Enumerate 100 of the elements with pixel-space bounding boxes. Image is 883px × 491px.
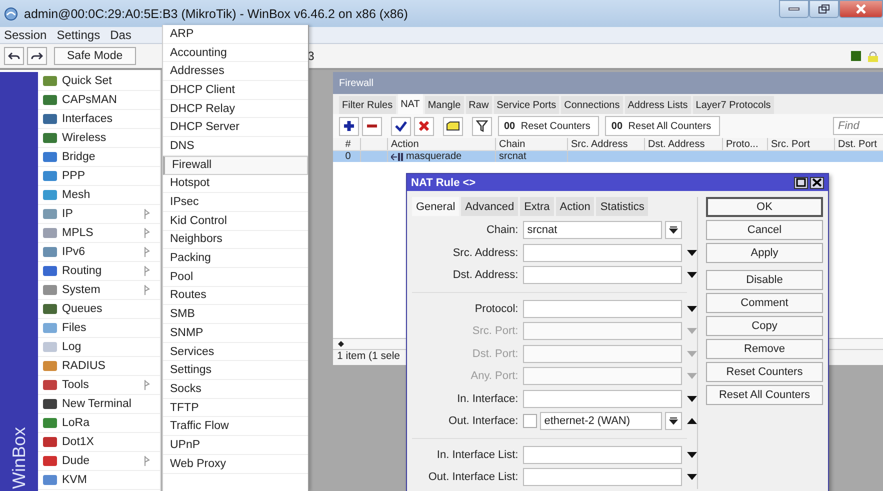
input-field[interactable]: srcnat — [523, 221, 662, 240]
expand-arrow-icon[interactable] — [687, 396, 697, 402]
expand-arrow-icon[interactable] — [687, 250, 697, 256]
sidebar-item[interactable]: LoRa — [38, 414, 160, 433]
column-header[interactable]: Dst. Port — [835, 138, 883, 150]
submenu-item[interactable]: Settings — [163, 361, 308, 380]
sidebar-item[interactable]: Mesh — [38, 186, 160, 205]
dialog-button[interactable]: Reset Counters — [706, 362, 823, 382]
enable-button[interactable] — [391, 116, 411, 136]
table-row[interactable]: 0 masquerade srcnat — [333, 151, 883, 162]
dialog-button[interactable]: OK — [706, 197, 823, 217]
tab[interactable]: Action — [556, 197, 594, 216]
dialog-button[interactable]: Comment — [706, 293, 823, 313]
submenu-item[interactable]: TFTP — [163, 398, 308, 418]
submenu-item[interactable]: Services — [163, 342, 308, 362]
sidebar-item[interactable]: System — [38, 281, 160, 300]
column-header[interactable]: Src. Port — [768, 138, 835, 150]
tab[interactable]: Address Lists — [624, 96, 691, 114]
column-header[interactable]: Src. Address — [568, 138, 645, 150]
input-field[interactable] — [523, 468, 682, 486]
submenu-item[interactable]: UPnP — [163, 436, 308, 455]
column-header[interactable]: Chain — [496, 138, 568, 150]
sidebar-item[interactable]: Queues — [38, 300, 160, 319]
sidebar-item[interactable]: Dot1X — [38, 433, 160, 452]
tab[interactable]: General — [412, 197, 460, 216]
sidebar-item[interactable]: Log — [38, 338, 160, 357]
undo-button[interactable] — [4, 47, 24, 65]
sidebar-item[interactable]: RADIUS — [38, 357, 160, 376]
minimize-button[interactable] — [779, 0, 809, 18]
sidebar-item[interactable]: Interfaces — [38, 110, 160, 129]
submenu-item[interactable]: SNMP — [163, 324, 308, 343]
submenu-item[interactable]: Kid Control — [163, 212, 308, 231]
sidebar-item[interactable]: CAPsMAN — [38, 91, 160, 110]
dropdown-button[interactable] — [665, 412, 682, 430]
sidebar-item[interactable]: IPv6 — [38, 243, 160, 262]
filter-button[interactable] — [472, 116, 492, 136]
dialog-button[interactable]: Disable — [706, 270, 823, 290]
disable-button[interactable] — [414, 116, 434, 136]
sidebar-item[interactable]: KVM — [38, 471, 160, 490]
sidebar-item[interactable]: Wireless — [38, 129, 160, 148]
sidebar-item[interactable]: Tools — [38, 376, 160, 395]
column-header[interactable]: Proto... — [723, 138, 768, 150]
safe-mode-button[interactable]: Safe Mode — [54, 47, 136, 65]
submenu-item[interactable]: IPsec — [163, 193, 308, 212]
expand-arrow-icon[interactable] — [687, 474, 697, 480]
comment-button[interactable] — [443, 116, 463, 136]
expand-arrow-icon[interactable] — [687, 452, 697, 458]
redo-button[interactable] — [27, 47, 47, 65]
input-field[interactable]: ethernet-2 (WAN) — [540, 412, 662, 430]
submenu-item[interactable]: DHCP Relay — [163, 100, 308, 118]
find-field[interactable]: Find — [833, 117, 883, 135]
input-field[interactable] — [523, 390, 682, 408]
menu-item[interactable]: Session — [4, 28, 47, 42]
submenu-item[interactable]: Socks — [163, 380, 308, 399]
dialog-button[interactable]: Apply — [706, 243, 823, 263]
input-field[interactable] — [523, 244, 682, 262]
input-field[interactable] — [523, 300, 682, 318]
remove-button[interactable] — [362, 116, 382, 136]
menu-item[interactable]: Das — [110, 28, 132, 42]
sidebar-item[interactable]: PPP — [38, 167, 160, 186]
input-field[interactable] — [523, 266, 682, 284]
reset-counters-button[interactable]: 00 Reset All Counters — [605, 116, 720, 136]
submenu-item[interactable]: Accounting — [163, 44, 308, 62]
sidebar-item[interactable]: Dude — [38, 452, 160, 471]
tab[interactable]: Raw — [466, 96, 492, 114]
column-header[interactable]: Dst. Address — [645, 138, 723, 150]
dialog-button[interactable]: Copy — [706, 316, 823, 336]
sidebar-item[interactable]: Bridge — [38, 148, 160, 167]
tab[interactable]: Connections — [561, 96, 623, 114]
tab[interactable]: Service Ports — [494, 96, 560, 114]
sidebar-item[interactable]: Quick Set — [38, 72, 160, 91]
tab[interactable]: Layer7 Protocols — [692, 96, 774, 114]
submenu-item[interactable]: SMB — [163, 305, 308, 324]
expand-arrow-icon[interactable] — [687, 306, 697, 312]
dialog-button[interactable]: Reset All Counters — [706, 385, 823, 405]
close-button[interactable] — [810, 176, 824, 188]
submenu-item[interactable]: Web Proxy — [163, 454, 308, 474]
tab[interactable]: Mangle — [424, 96, 464, 114]
tab[interactable]: Extra — [520, 197, 554, 216]
sidebar-item[interactable]: Files — [38, 319, 160, 338]
dialog-button[interactable]: Cancel — [706, 220, 823, 240]
submenu-item[interactable]: Firewall — [163, 156, 308, 174]
reset-counters-button[interactable]: 00 Reset Counters — [498, 116, 600, 136]
submenu-item[interactable]: DHCP Client — [163, 81, 308, 100]
add-button[interactable] — [339, 116, 359, 136]
tab[interactable]: Statistics — [596, 197, 648, 216]
column-header[interactable]: # — [333, 138, 361, 150]
submenu-item[interactable]: Neighbors — [163, 230, 308, 250]
column-header[interactable]: Action — [388, 138, 496, 150]
submenu-item[interactable]: Traffic Flow — [163, 417, 308, 436]
submenu-item[interactable]: Pool — [163, 268, 308, 287]
sidebar-item[interactable]: New Terminal — [38, 395, 160, 414]
maximize-button[interactable] — [794, 176, 808, 188]
dropdown-button[interactable] — [665, 221, 682, 240]
sidebar-item[interactable]: Routing — [38, 262, 160, 281]
scroll-arrow-icon[interactable] — [337, 340, 345, 348]
sidebar-item[interactable]: IP — [38, 205, 160, 224]
dialog-button[interactable]: Remove — [706, 339, 823, 359]
submenu-item[interactable]: Packing — [163, 249, 308, 268]
submenu-item[interactable]: ARP — [163, 25, 308, 44]
